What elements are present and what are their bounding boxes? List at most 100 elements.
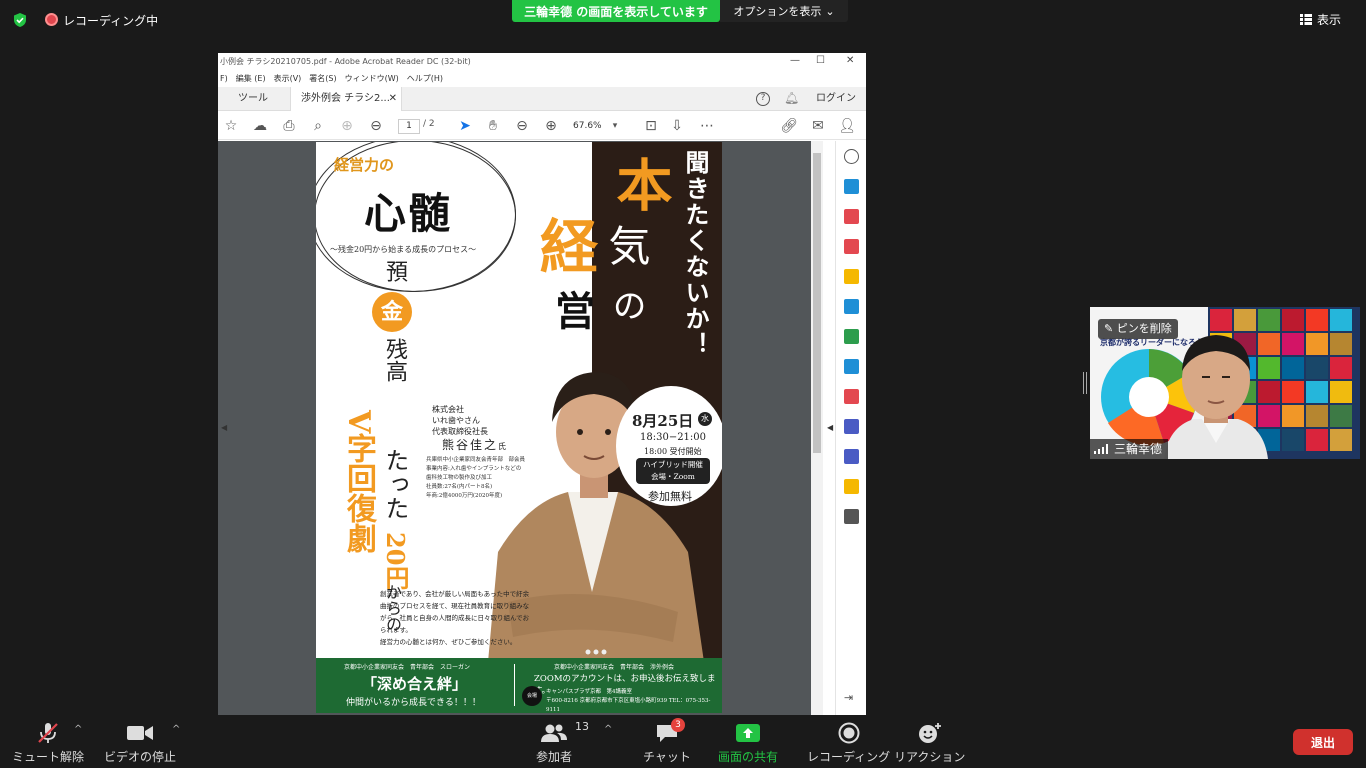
view-options-button[interactable]: オプションを表示 ⌄ xyxy=(720,0,848,22)
stop-video-button[interactable]: ビデオの停止 xyxy=(104,720,176,765)
page-up-icon[interactable]: ⊕ xyxy=(338,117,356,135)
flyer-hon: 本 xyxy=(607,156,673,212)
more-tools-icon[interactable]: ⋯ xyxy=(698,117,716,135)
reaction-button[interactable]: リアクション xyxy=(894,720,965,765)
page-number-input[interactable]: 1 xyxy=(398,119,420,134)
edit-pdf-icon[interactable] xyxy=(844,329,859,344)
tab-tools[interactable]: ツール xyxy=(218,87,288,111)
scrollbar-thumb[interactable] xyxy=(813,153,821,453)
event-date: 8月25日 xyxy=(632,412,694,430)
fit-page-icon[interactable]: ⊡ xyxy=(642,117,660,135)
microphone-muted-icon xyxy=(38,723,58,743)
collapse-left-icon[interactable]: ◀ xyxy=(221,423,227,432)
flyer-description: 創業者であり、会社が厳しい局面もあった中で紆余曲折のプロセスを経て、現在社員教育… xyxy=(380,590,530,646)
menu-file[interactable]: F) xyxy=(220,71,228,86)
chat-label: チャット xyxy=(643,750,691,764)
security-shield-icon[interactable] xyxy=(12,12,28,28)
sign-icon[interactable] xyxy=(844,449,859,464)
zoom-out-icon[interactable]: ⊖ xyxy=(513,117,531,135)
login-button[interactable]: ログイン xyxy=(816,87,856,111)
create-pdf-icon[interactable] xyxy=(844,239,859,254)
scan-ocr-icon[interactable] xyxy=(844,359,859,374)
audio-options-caret-icon[interactable]: ^ xyxy=(74,724,82,735)
view-label: 表示 xyxy=(1317,12,1342,27)
view-button[interactable]: 表示 xyxy=(1300,8,1360,30)
upload-cloud-icon[interactable]: ☁ xyxy=(251,117,269,135)
footer-organizer: 京都中小企業家同友会 青年部会 渉外例会 xyxy=(554,664,675,671)
combine-files-icon[interactable] xyxy=(844,299,859,314)
share-user-icon[interactable]: 👤︎ xyxy=(838,117,856,135)
fill-sign-icon[interactable] xyxy=(844,389,859,404)
scroll-mode-icon[interactable]: ⇩ xyxy=(668,117,686,135)
menu-window[interactable]: ウィンドウ(W) xyxy=(345,71,399,86)
window-title: 小例会 チラシ20210705.pdf - Adobe Acrobat Read… xyxy=(218,53,866,71)
zoom-in-icon[interactable]: ⊕ xyxy=(542,117,560,135)
smiley-add-icon xyxy=(918,723,941,743)
more-tools-pane-icon[interactable] xyxy=(844,509,859,524)
hand-tool-icon[interactable]: ✋︎ xyxy=(484,117,502,135)
record-icon xyxy=(838,722,860,744)
close-tab-icon[interactable]: ✕ xyxy=(389,87,397,111)
menu-help[interactable]: ヘルプ(H) xyxy=(407,71,443,86)
comment-icon[interactable] xyxy=(844,269,859,284)
footer-slogan-caption: 京都中小企業家同友会 青年部会 スローガン xyxy=(344,664,471,671)
email-icon[interactable]: ✉ xyxy=(809,117,827,135)
zoom-dropdown-icon[interactable]: ▾ xyxy=(606,117,624,135)
chat-button[interactable]: 3 チャット xyxy=(643,718,691,765)
participants-caret-icon[interactable]: ^ xyxy=(604,724,612,735)
zoom-search-icon[interactable]: ⌕ xyxy=(309,117,327,135)
participants-count: 13 xyxy=(575,720,589,733)
share-banner: 三輪幸德 の画面を表示しています xyxy=(512,0,720,22)
chevron-down-icon: ⌄ xyxy=(825,4,835,18)
flyer-keiei: 経営力の xyxy=(334,156,395,174)
select-cursor-icon[interactable]: ➤ xyxy=(456,117,474,135)
reaction-label: リアクション xyxy=(894,750,966,764)
acrobat-toolbar: ☆ ☁ ⎙ ⌕ ⊕ ⊖ 1 / 2 ➤ ✋︎ ⊖ ⊕ 67.6% ▾ ⊡ ⇩ ⋯… xyxy=(218,112,866,140)
notification-bell-icon[interactable]: 🔔︎ xyxy=(784,91,799,105)
close-window-button[interactable]: ✕ xyxy=(846,55,854,66)
page-down-icon[interactable]: ⊖ xyxy=(367,117,385,135)
menu-bar: F) 編集 (E) 表示(V) 署名(S) ウィンドウ(W) ヘルプ(H) xyxy=(218,71,866,86)
record-button[interactable]: レコーディング xyxy=(807,720,890,765)
recording-label: レコーディング中 xyxy=(63,14,159,28)
flyer-kin-badge: 金 xyxy=(372,292,412,332)
bookmark-star-icon[interactable]: ☆ xyxy=(222,117,240,135)
help-icon[interactable]: ? xyxy=(756,92,770,106)
export-pdf-icon[interactable] xyxy=(844,179,859,194)
flyer-ei: 営 xyxy=(548,290,595,330)
footer-divider xyxy=(514,664,515,706)
footer-venue: キャンパスプラザ京都 第4講義室 〒600-8216 京都府京都市下京区東塩小路… xyxy=(546,689,711,713)
speaker-name-suffix: 氏 xyxy=(498,442,509,451)
print-icon[interactable]: ⎙ xyxy=(280,117,298,135)
send-comments-icon[interactable] xyxy=(844,479,859,494)
tab-document-label: 渉外例会 チラシ2... xyxy=(301,93,390,104)
collapse-right-icon[interactable]: ◀ xyxy=(827,423,833,432)
event-reception-time: 18:00 受付開始 xyxy=(644,447,702,456)
menu-edit[interactable]: 編集 (E) xyxy=(236,71,266,86)
expand-pane-icon[interactable]: ⇥ xyxy=(844,691,859,706)
search-tool-icon[interactable] xyxy=(844,149,859,164)
share-screen-button[interactable]: 画面の共有 xyxy=(718,720,778,765)
unpin-label: ピンを削除 xyxy=(1116,322,1172,335)
panel-resize-handle[interactable] xyxy=(1083,372,1087,394)
protect-icon[interactable] xyxy=(844,419,859,434)
speaker-company: 株式会社 いれ歯やさん 代表取締役社長 xyxy=(432,405,488,436)
flyer-zandaka: 残高 xyxy=(382,338,407,382)
participants-button[interactable]: 13 参加者 xyxy=(536,720,589,765)
page-total: / 2 xyxy=(423,119,435,129)
link-icon[interactable]: 🔗︎ xyxy=(780,117,798,135)
video-options-caret-icon[interactable]: ^ xyxy=(172,724,180,735)
unpin-button[interactable]: ✎ ピンを削除 xyxy=(1098,319,1178,339)
minimize-button[interactable]: — xyxy=(790,55,800,66)
speaker-name: 熊谷佳之氏 xyxy=(442,436,508,453)
organize-pages-icon[interactable] xyxy=(844,209,859,224)
leave-button[interactable]: 退出 xyxy=(1293,729,1353,755)
maximize-button[interactable]: ☐ xyxy=(816,55,825,66)
menu-view[interactable]: 表示(V) xyxy=(274,71,302,86)
menu-sign[interactable]: 署名(S) xyxy=(309,71,336,86)
participant-video-tile[interactable]: 京都が誇るリーダーになろう ✎ ピンを削除 三輪幸德 xyxy=(1090,307,1360,459)
share-screen-icon xyxy=(736,724,760,742)
tab-document[interactable]: 渉外例会 チラシ2... ✕ xyxy=(290,87,402,111)
venue-logo: 会場 xyxy=(522,686,542,706)
speaker-info: 兵庫県中小企業家同友会青年部 部会員 事業内容:入れ歯やインプラントなどの 歯科… xyxy=(426,457,526,499)
